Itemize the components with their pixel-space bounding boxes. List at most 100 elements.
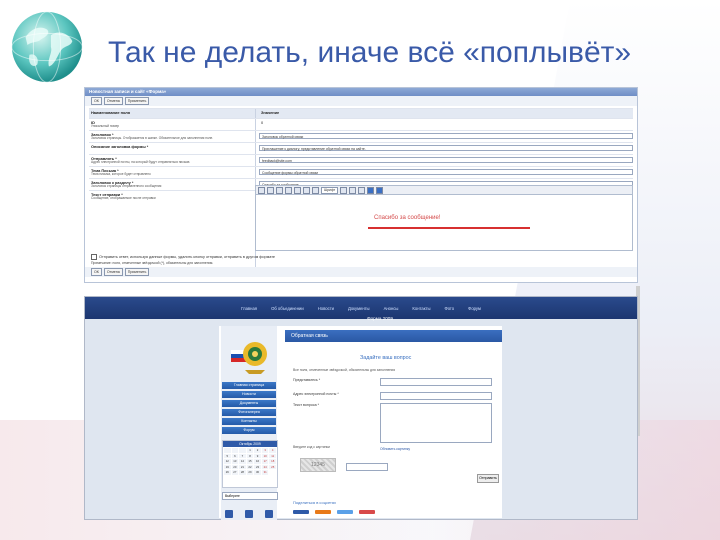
description-field[interactable]: Приглашение к диалогу, представление обр… <box>259 145 633 151</box>
top-menu-item[interactable]: Анонсы <box>384 306 399 311</box>
calendar-day[interactable]: 28 <box>239 470 246 475</box>
calendar-day[interactable]: 12 <box>224 459 231 464</box>
site-email-field[interactable] <box>380 392 492 400</box>
calendar-day[interactable]: 25 <box>269 464 276 469</box>
social-button[interactable] <box>337 510 353 514</box>
send-button[interactable]: Отправить <box>477 474 499 483</box>
top-menu-item[interactable]: Новости <box>318 306 334 311</box>
share-link[interactable]: Поделиться в соцсетях <box>293 500 336 505</box>
calendar-day[interactable]: 19 <box>224 464 231 469</box>
calendar-day[interactable]: 27 <box>231 470 239 475</box>
calendar-day[interactable]: 6 <box>231 453 239 458</box>
top-menu-item[interactable]: Главная <box>241 306 257 311</box>
field-help: Сообщение, отображаемое после отправки <box>91 196 156 200</box>
field-help: Заголовок страницы отправленного сообщен… <box>91 184 162 188</box>
editor-strike-icon[interactable] <box>285 186 292 194</box>
form-toolbar: ОК Отмена Применить <box>85 96 637 106</box>
editor-italic-icon[interactable] <box>267 186 274 194</box>
cancel-button[interactable]: Отмена <box>103 97 123 105</box>
top-menu-item[interactable]: Контакты <box>412 306 430 311</box>
editor-align-right-icon[interactable] <box>312 186 319 194</box>
editor-bold-icon[interactable] <box>258 186 265 194</box>
social-button[interactable] <box>315 510 331 514</box>
question-textarea[interactable] <box>380 403 492 443</box>
mail-icon[interactable] <box>265 510 273 518</box>
social-button[interactable] <box>359 510 375 514</box>
editor-list-icon[interactable] <box>340 186 348 194</box>
calendar-day[interactable]: 26 <box>224 470 231 475</box>
calendar-day[interactable]: 31 <box>261 470 269 475</box>
title-field[interactable]: Заголовок обратной связи <box>259 133 633 139</box>
calendar-day[interactable]: 9 <box>254 453 261 458</box>
top-menu-item[interactable]: Фото <box>445 306 455 311</box>
side-menu-item[interactable]: Форум <box>222 427 276 434</box>
calendar-day[interactable]: 17 <box>261 459 269 464</box>
calendar-day[interactable]: 16 <box>254 459 261 464</box>
calendar-day[interactable]: 30 <box>254 470 261 475</box>
side-menu-item[interactable]: Новости <box>222 391 276 398</box>
calendar-day[interactable]: 15 <box>246 459 254 464</box>
top-menu-item[interactable]: Форум <box>468 306 481 311</box>
captcha-image: 12345 <box>300 458 336 472</box>
calendar-day[interactable]: 4 <box>269 448 276 453</box>
calendar-day[interactable]: 29 <box>246 470 254 475</box>
editor-font-select[interactable]: Шрифт <box>321 186 339 194</box>
field-help: Адрес электронной почты, на который буду… <box>91 160 190 164</box>
apply-button-bottom[interactable]: Применить <box>124 268 150 276</box>
name-field[interactable] <box>380 378 492 386</box>
side-menu-item[interactable]: Фотогалерея <box>222 409 276 416</box>
editor-link-icon[interactable] <box>349 186 357 194</box>
calendar-day[interactable]: 1 <box>246 448 254 453</box>
agree-checkbox[interactable] <box>91 254 97 260</box>
calendar-day[interactable]: 21 <box>239 464 246 469</box>
calendar-day[interactable]: 22 <box>246 464 254 469</box>
calendar-day[interactable]: 13 <box>231 459 239 464</box>
calendar-widget: Октябрь 2009 1 2 3 4 5 6 7 8 9 10 11 12 13 14 15 16 17 18… <box>222 440 278 488</box>
calendar-day[interactable]: 3 <box>261 448 269 453</box>
top-menu-item[interactable]: Об объединении <box>271 306 304 311</box>
column-header-value: Значение <box>261 110 280 115</box>
calendar-day[interactable]: 23 <box>254 464 261 469</box>
calendar-day[interactable]: 14 <box>239 459 246 464</box>
calendar-day[interactable]: 8 <box>246 453 254 458</box>
rss-icon[interactable] <box>225 510 233 518</box>
captcha-input[interactable] <box>346 463 388 471</box>
editor-underline-icon[interactable] <box>276 186 283 194</box>
editor-align-center-icon[interactable] <box>303 186 310 194</box>
calendar-day[interactable]: 18 <box>269 459 276 464</box>
side-menu: Главная страница Новости Документы Фотог… <box>222 382 276 436</box>
calendar-day[interactable]: 7 <box>239 453 246 458</box>
archive-select[interactable]: Выберите <box>222 492 278 500</box>
side-menu-item[interactable]: Главная страница <box>222 382 276 389</box>
message-editor[interactable]: Спасибо за сообщение! <box>255 195 633 251</box>
calendar-day[interactable]: 24 <box>261 464 269 469</box>
cancel-button-bottom[interactable]: Отмена <box>103 268 123 276</box>
calendar-grid: 1 2 3 4 5 6 7 8 9 10 11 12 13 14 15 16 17 18 19 20 21 22 23 24 2… <box>223 447 277 476</box>
field-value: 0 <box>261 120 264 125</box>
side-menu-item[interactable]: Контакты <box>222 418 276 425</box>
editor-source-icon[interactable] <box>376 186 384 194</box>
calendar-day[interactable]: 10 <box>261 453 269 458</box>
email-field[interactable]: feedback@site.com <box>259 157 633 163</box>
editor-align-left-icon[interactable] <box>294 186 301 194</box>
calendar-day[interactable]: 5 <box>224 453 231 458</box>
apply-button[interactable]: Применить <box>124 97 150 105</box>
refresh-captcha-link[interactable]: Обновить картинку <box>380 447 410 451</box>
agree-option[interactable]: Отправить ответ, используя данные формы,… <box>91 254 275 260</box>
calendar-day[interactable]: 11 <box>269 453 276 458</box>
ok-button[interactable]: ОК <box>91 97 102 105</box>
social-button[interactable] <box>293 510 309 514</box>
content-header: Обратная связь <box>291 333 328 339</box>
editor-image-icon[interactable] <box>358 186 366 194</box>
top-menu-item[interactable]: Документы <box>348 306 370 311</box>
editor-table-icon[interactable] <box>367 186 375 194</box>
calendar-day[interactable]: 20 <box>231 464 239 469</box>
form-header: Новостная записи и сайт «Форма» <box>85 88 637 96</box>
ok-button-bottom[interactable]: ОК <box>91 268 102 276</box>
required-note: Примечание: поля, отмеченные звёздочкой … <box>91 261 214 265</box>
side-menu-item[interactable]: Документы <box>222 400 276 407</box>
print-icon[interactable] <box>245 510 253 518</box>
calendar-blank <box>239 448 246 453</box>
subject-field[interactable]: Сообщение формы обратной связи <box>259 169 633 175</box>
calendar-day[interactable]: 2 <box>254 448 261 453</box>
